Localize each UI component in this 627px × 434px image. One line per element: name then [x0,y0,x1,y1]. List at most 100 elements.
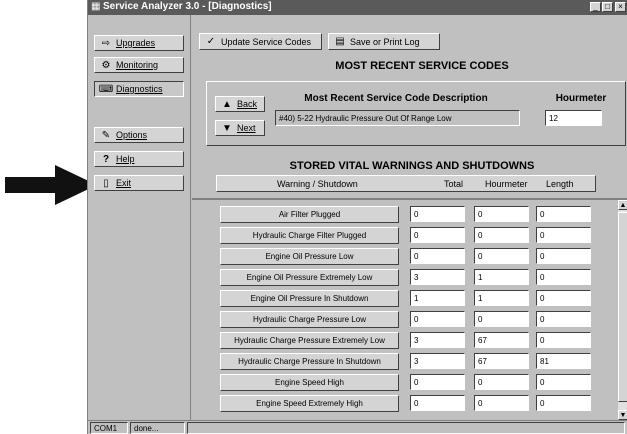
service-codes-title: MOST RECENT SERVICE CODES [335,60,509,72]
warning-row: Hydraulic Charge Pressure Low 0 0 0 [192,311,612,329]
back-button[interactable]: ▲ Back [215,96,265,112]
warning-hourmeter-field[interactable]: 0 [474,206,529,222]
warning-length-field[interactable]: 0 [536,374,591,390]
warning-total-field[interactable]: 3 [410,269,465,285]
checkmark-icon: ✓ [206,36,216,47]
options-icon: ✎ [101,129,111,141]
warning-hourmeter-field[interactable]: 0 [474,227,529,243]
warning-hourmeter-field[interactable]: 67 [474,353,529,369]
warning-total-field[interactable]: 0 [410,227,465,243]
warning-total-field[interactable]: 3 [410,353,465,369]
document-icon: ▤ [335,36,345,47]
upgrade-icon: ⇨ [101,37,111,49]
warning-name-button[interactable]: Hydraulic Charge Pressure Extremely Low [220,332,399,349]
warning-length-field[interactable]: 0 [536,311,591,327]
warning-length-field[interactable]: 81 [536,353,591,369]
status-message [187,422,625,434]
warning-row: Air Filter Plugged 0 0 0 [192,206,612,224]
scroll-up-arrow[interactable]: ▲ [618,200,627,210]
sidebar-item-diagnostics[interactable]: ⌨ Diagnostics [94,81,184,97]
warning-name-button[interactable]: Engine Oil Pressure In Shutdown [220,290,399,307]
warning-total-field[interactable]: 1 [410,290,465,306]
warning-row: Engine Speed High 0 0 0 [192,374,612,392]
sidebar-item-options[interactable]: ✎ Options [94,127,184,143]
diagnostics-icon: ⌨ [98,83,114,95]
status-port: COM1 [90,422,128,434]
warning-row: Engine Oil Pressure Low 0 0 0 [192,248,612,266]
warning-row: Engine Speed Extremely High 0 0 0 [192,395,612,413]
description-header: Most Recent Service Code Description [304,93,488,104]
hourmeter-header: Hourmeter [555,93,607,104]
warning-row: Hydraulic Charge Pressure Extremely Low 3… [192,332,612,350]
column-header-warning: Warning / Shutdown [277,179,358,189]
warning-name-button[interactable]: Engine Speed Extremely High [220,395,399,412]
sidebar: ⇨ Upgrades ⚙ Monitoring ⌨ Diagnostics ✎ Opti… [88,15,191,420]
warning-name-button[interactable]: Engine Oil Pressure Extremely Low [220,269,399,286]
warning-name-button[interactable]: Hydraulic Charge Filter Plugged [220,227,399,244]
warning-hourmeter-field[interactable]: 67 [474,332,529,348]
status-bar: COM1 done... [88,420,627,434]
sidebar-item-upgrades[interactable]: ⇨ Upgrades [94,35,184,51]
title-bar: ▦ Service Analyzer 3.0 - [Diagnostics] _… [88,0,627,15]
warning-total-field[interactable]: 0 [410,395,465,411]
warning-name-button[interactable]: Engine Oil Pressure Low [220,248,399,265]
warnings-header-row: Warning / Shutdown Total Hourmeter Lengt… [216,175,596,192]
warning-total-field[interactable]: 3 [410,332,465,348]
warning-row: Engine Oil Pressure In Shutdown 1 1 0 [192,290,612,308]
warning-length-field[interactable]: 0 [536,227,591,243]
warning-name-button[interactable]: Engine Speed High [220,374,399,391]
next-button[interactable]: ▼ Next [215,120,265,136]
warning-total-field[interactable]: 0 [410,311,465,327]
sidebar-item-monitoring[interactable]: ⚙ Monitoring [94,57,184,73]
exit-icon: ▯ [103,177,109,189]
column-header-hourmeter: Hourmeter [485,179,528,189]
warning-hourmeter-field[interactable]: 0 [474,374,529,390]
warning-name-button[interactable]: Hydraulic Charge Pressure In Shutdown [220,353,399,370]
hourmeter-field: 12 [545,110,602,126]
service-code-description-field: #40) 5-22 Hydraulic Pressure Out Of Rang… [275,110,520,126]
sidebar-item-exit[interactable]: ▯ Exit [94,175,184,191]
warning-hourmeter-field[interactable]: 0 [474,395,529,411]
scrollbar[interactable]: ▲ ▼ [618,200,627,420]
warning-total-field[interactable]: 0 [410,206,465,222]
warning-hourmeter-field[interactable]: 0 [474,248,529,264]
warning-row: Hydraulic Charge Pressure In Shutdown 3 67… [192,353,612,371]
column-header-length: Length [546,179,574,189]
warning-row: Engine Oil Pressure Extremely Low 3 1 0 [192,269,612,287]
warning-name-button[interactable]: Hydraulic Charge Pressure Low [220,311,399,328]
main-panel: ✓ Update Service Codes ▤ Save or Print Log… [192,15,627,420]
minimize-button[interactable]: _ [590,2,601,12]
scroll-thumb[interactable] [618,212,627,402]
update-service-codes-button[interactable]: ✓ Update Service Codes [199,33,322,50]
warnings-title: STORED VITAL WARNINGS AND SHUTDOWNS [289,160,535,172]
app-icon: ▦ [91,1,101,12]
warning-total-field[interactable]: 0 [410,374,465,390]
warning-total-field[interactable]: 0 [410,248,465,264]
pointer-arrow-icon [5,165,97,205]
sidebar-item-help[interactable]: ? Help [94,151,184,167]
warning-length-field[interactable]: 0 [536,206,591,222]
arrow-down-icon: ▼ [222,122,232,134]
warning-name-button[interactable]: Air Filter Plugged [220,206,399,223]
column-header-total: Total [444,179,464,189]
help-icon: ? [102,153,110,165]
monitoring-icon: ⚙ [101,59,111,71]
status-state: done... [130,422,185,434]
warning-length-field[interactable]: 0 [536,248,591,264]
scroll-down-arrow[interactable]: ▼ [618,410,627,420]
warning-hourmeter-field[interactable]: 1 [474,290,529,306]
warning-length-field[interactable]: 0 [536,290,591,306]
warning-length-field[interactable]: 0 [536,332,591,348]
warnings-list: Air Filter Plugged 0 0 0 Hydraulic Charge Fi… [192,198,627,420]
warning-hourmeter-field[interactable]: 0 [474,311,529,327]
app-window: ▦ Service Analyzer 3.0 - [Diagnostics] _… [87,0,627,434]
save-print-log-button[interactable]: ▤ Save or Print Log [328,33,440,50]
close-button[interactable]: × [615,2,626,12]
arrow-up-icon: ▲ [222,98,232,110]
maximize-button[interactable]: □ [602,2,613,12]
warning-length-field[interactable]: 0 [536,395,591,411]
warning-length-field[interactable]: 0 [536,269,591,285]
warning-row: Hydraulic Charge Filter Plugged 0 0 0 [192,227,612,245]
service-code-panel: ▲ Back ▼ Next Most Recent Service Code Des… [206,81,626,146]
warning-hourmeter-field[interactable]: 1 [474,269,529,285]
